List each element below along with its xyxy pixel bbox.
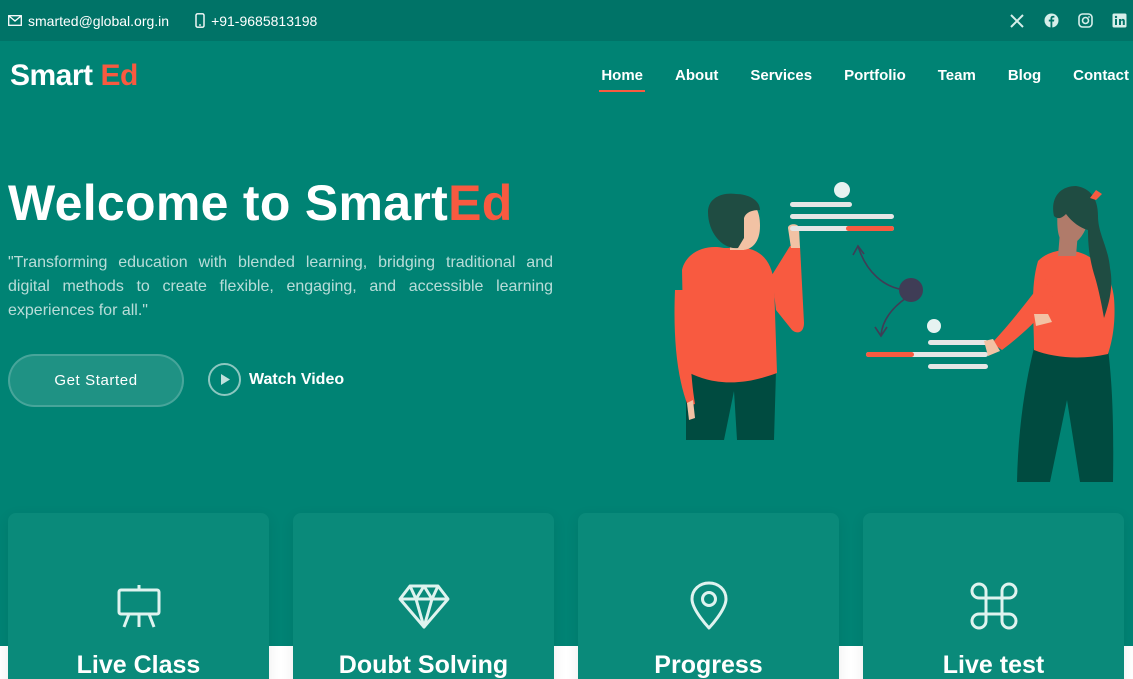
card-progress[interactable]: Progress <box>578 513 839 679</box>
x-icon[interactable] <box>1009 13 1025 29</box>
play-icon <box>208 363 241 396</box>
social-links <box>1009 0 1127 41</box>
email-text: smarted@global.org.in <box>28 12 170 29</box>
diamond-icon <box>397 579 451 633</box>
card-title: Doubt Solving <box>338 651 509 679</box>
hero-title: Welcome to SmartEd <box>8 174 513 232</box>
nav-home[interactable]: Home <box>599 67 645 92</box>
hero-title-main: Welcome to Smart <box>8 175 449 231</box>
envelope-icon <box>8 15 22 26</box>
linkedin-icon[interactable] <box>1111 13 1127 29</box>
man-figure <box>674 193 804 440</box>
card-title: Live test <box>942 651 1045 679</box>
nav-about[interactable]: About <box>675 67 718 92</box>
phone-text: +91-9685813198 <box>211 12 318 29</box>
get-started-button[interactable]: Get Started <box>8 354 184 407</box>
nav-contact[interactable]: Contact <box>1073 67 1129 92</box>
nav-blog[interactable]: Blog <box>1008 67 1041 92</box>
nav-services[interactable]: Services <box>750 67 812 92</box>
feature-cards: Live Class Doubt Solving Progress Live t… <box>0 513 1133 679</box>
logo-text: Smart <box>10 59 93 92</box>
card-live-test[interactable]: Live test <box>863 513 1124 679</box>
site-logo[interactable]: Smart Ed <box>10 59 138 93</box>
phone-icon <box>195 13 205 28</box>
top-bar: smarted@global.org.in +91-9685813198 <box>0 0 1133 41</box>
woman-figure <box>984 186 1115 482</box>
watch-video-label: Watch Video <box>249 370 345 388</box>
phone-contact[interactable]: +91-9685813198 <box>195 13 317 29</box>
email-contact[interactable]: smarted@global.org.in <box>8 13 169 29</box>
nav-portfolio[interactable]: Portfolio <box>844 67 906 92</box>
hero-description: "Transforming education with blended lea… <box>8 254 553 319</box>
card-live-class[interactable]: Live Class <box>8 513 269 679</box>
main-nav: Home About Services Portfolio Team Blog … <box>599 67 1129 92</box>
instagram-icon[interactable] <box>1077 13 1093 29</box>
card-title: Progress <box>654 651 763 679</box>
location-pin-icon <box>682 579 736 633</box>
command-icon <box>967 579 1021 633</box>
hero-illustration <box>674 182 1115 482</box>
card-title: Live Class <box>76 651 201 679</box>
facebook-icon[interactable] <box>1043 13 1059 29</box>
card-doubt-solving[interactable]: Doubt Solving <box>293 513 554 679</box>
hero-title-accent: Ed <box>448 175 513 231</box>
nav-team[interactable]: Team <box>938 67 976 92</box>
logo-accent: Ed <box>100 59 139 92</box>
watch-video-link[interactable]: Watch Video <box>208 363 344 396</box>
easel-icon <box>112 579 166 633</box>
